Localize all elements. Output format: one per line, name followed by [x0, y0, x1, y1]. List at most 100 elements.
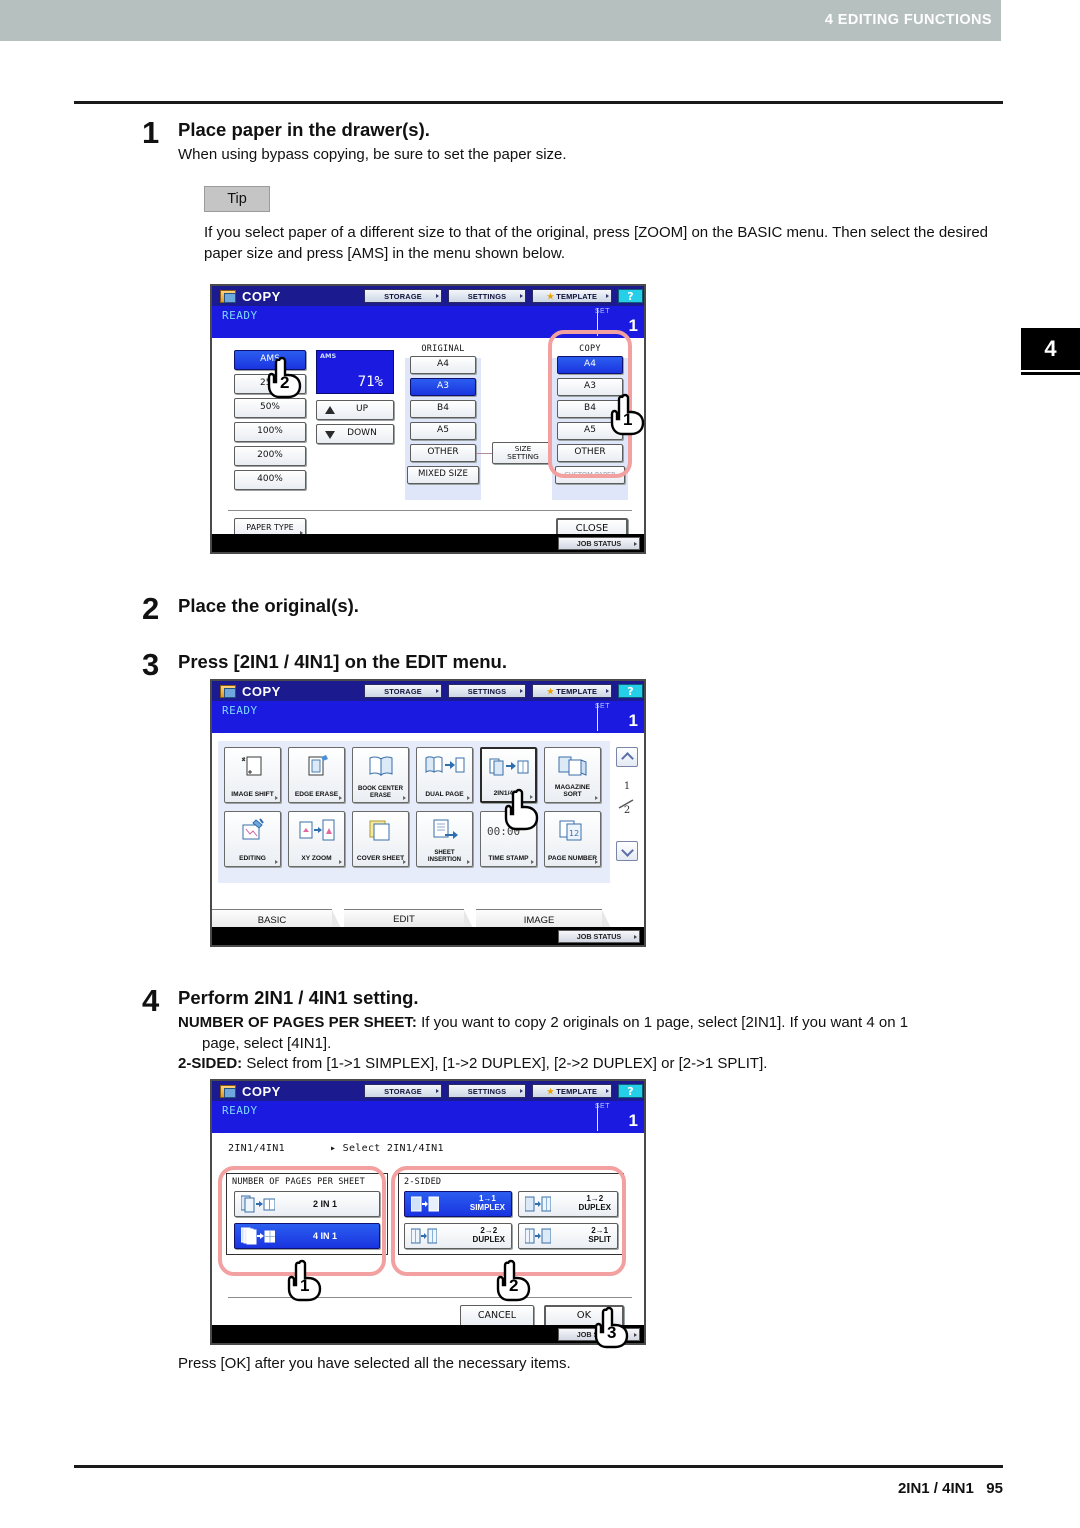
edit-tile-sheet-insertion[interactable]: SHEET INSERTION	[416, 811, 473, 867]
tip-body: If you select paper of a different size …	[204, 224, 989, 262]
zoom-up-button[interactable]: UP	[316, 400, 394, 420]
original-size-b4[interactable]: B4	[410, 400, 476, 418]
copy-app-icon	[220, 1085, 236, 1098]
running-head-text: 4 EDITING FUNCTIONS	[824, 12, 992, 28]
step-4-line-2: 2-SIDED: Select from [1->1 SIMPLEX], [1-…	[178, 1054, 988, 1075]
scroll-up-button[interactable]	[616, 747, 638, 767]
storage-button[interactable]: STORAGE	[364, 289, 442, 303]
breadcrumb-arrow-icon: ▸	[330, 1143, 337, 1154]
edit-tile-page-number[interactable]: 12 PAGE NUMBER	[544, 811, 601, 867]
settings-label: SETTINGS	[467, 686, 507, 696]
edit-tile-xy-zoom[interactable]: XY ZOOM	[288, 811, 345, 867]
edit-tile-editing[interactable]: EDITING	[224, 811, 281, 867]
help-button[interactable]: ?	[618, 684, 643, 698]
ratio-400-button[interactable]: 400%	[234, 470, 306, 490]
settings-button[interactable]: SETTINGS	[448, 1084, 526, 1098]
option-4in1-label: 4 IN 1	[312, 1230, 337, 1241]
edit-tile-label: EDGE ERASE	[294, 791, 339, 799]
template-button[interactable]: ★ TEMPLATE	[532, 684, 612, 698]
step-4-after-text: Press [OK] after you have selected all t…	[178, 1355, 571, 1372]
edit-tile-cover-sheet[interactable]: COVER SHEET	[352, 811, 409, 867]
chevron-right-icon	[436, 1089, 439, 1093]
edit-tile-magazine-sort[interactable]: MAGAZINE SORT	[544, 747, 601, 803]
editing-icon	[225, 817, 280, 843]
copy-size-custom-paper[interactable]: CUSTOM PAPER	[555, 466, 625, 484]
callout-number-2: 2	[280, 373, 290, 392]
opt-line2: SPLIT	[588, 1235, 611, 1244]
original-size-a4[interactable]: A4	[410, 356, 476, 374]
chevron-right-icon	[403, 796, 406, 800]
edit-tile-label: TIME STAMP	[488, 855, 529, 863]
step-1-title: Place paper in the drawer(s).	[178, 119, 430, 140]
storage-button[interactable]: STORAGE	[364, 1084, 442, 1098]
chevron-right-icon	[634, 1332, 637, 1337]
option-1to1-simplex[interactable]: 1→1 SIMPLEX	[404, 1191, 512, 1217]
option-2in1[interactable]: 2 IN 1	[234, 1191, 380, 1217]
copy-edit-screen: COPY STORAGE SETTINGS ★ TEMPLATE ? READY …	[210, 679, 646, 947]
option-4in1[interactable]: 4 IN 1	[234, 1223, 380, 1249]
step-1-number: 1	[142, 115, 160, 150]
original-size-a5[interactable]: A5	[410, 422, 476, 440]
status-ready-text: READY	[222, 704, 258, 717]
hand-pointer-icon	[504, 788, 539, 831]
ratio-50-button[interactable]: 50%	[234, 398, 306, 418]
copy-size-a4[interactable]: A4	[557, 356, 623, 374]
chevron-right-icon	[634, 541, 637, 546]
option-2to1-split[interactable]: 2→1 SPLIT	[518, 1223, 618, 1249]
breadcrumb-path: Select 2IN1/4IN1	[342, 1143, 444, 1154]
step-4-number: 4	[142, 983, 160, 1018]
zoom-up-label: UP	[355, 404, 368, 415]
option-2to2-duplex[interactable]: 2→2 DUPLEX	[404, 1223, 512, 1249]
option-2to2-duplex-label: 2→2 DUPLEX	[473, 1226, 505, 1245]
status-ready-text: READY	[222, 309, 258, 322]
cancel-button[interactable]: CANCEL	[460, 1305, 534, 1327]
chevron-right-icon	[606, 1089, 609, 1093]
original-size-mixed[interactable]: MIXED SIZE	[407, 466, 479, 484]
opt-line1: 1→2	[586, 1194, 604, 1204]
dual-page-icon	[417, 753, 472, 779]
2in1-layout-icon	[240, 1194, 276, 1214]
scroll-down-button[interactable]	[616, 841, 638, 861]
ratio-100-button[interactable]: 100%	[234, 422, 306, 442]
template-label: TEMPLATE	[556, 291, 598, 301]
manual-page: 4 EDITING FUNCTIONS 4 2IN1 / 4IN1 95 1 P…	[0, 0, 1080, 1528]
size-setting-button[interactable]: SIZE SETTING	[492, 442, 554, 464]
step-4-line-1-bold: NUMBER OF PAGES PER SHEET:	[178, 1014, 417, 1031]
chevron-right-icon	[467, 860, 470, 864]
breadcrumb: ▸ Select 2IN1/4IN1	[330, 1143, 444, 1154]
page-indicator-current: 1	[623, 781, 631, 792]
svg-text:12: 12	[569, 829, 579, 838]
edit-tile-image-shift[interactable]: IMAGE SHIFT	[224, 747, 281, 803]
2in1-screen-body: 2IN1/4IN1 ▸ Select 2IN1/4IN1 NUMBER OF P…	[212, 1133, 644, 1327]
option-1to2-duplex[interactable]: 1→2 DUPLEX	[518, 1191, 618, 1217]
image-shift-icon	[225, 753, 280, 779]
template-button[interactable]: ★ TEMPLATE	[532, 289, 612, 303]
duplex-2-2-icon	[410, 1226, 438, 1246]
screen-status-bar: READY SET 1	[212, 1101, 644, 1133]
step-2-number: 2	[142, 591, 160, 626]
callout-number-3: 3	[607, 1323, 617, 1342]
set-label: SET	[594, 703, 610, 710]
ratio-200-button[interactable]: 200%	[234, 446, 306, 466]
template-button[interactable]: ★ TEMPLATE	[532, 1084, 612, 1098]
edit-tile-edge-erase[interactable]: EDGE ERASE	[288, 747, 345, 803]
settings-button[interactable]: SETTINGS	[448, 289, 526, 303]
edit-tile-dual-page[interactable]: DUAL PAGE	[416, 747, 473, 803]
edit-tile-book-center-erase[interactable]: BOOK CENTER ERASE	[352, 747, 409, 803]
screen-bottom-bar: JOB STATUS	[212, 1325, 644, 1343]
copy-size-other[interactable]: OTHER	[557, 444, 623, 462]
opt-line2: SIMPLEX	[469, 1203, 505, 1212]
help-button[interactable]: ?	[618, 289, 643, 303]
original-column-label: ORIGINAL	[421, 344, 465, 354]
storage-button[interactable]: STORAGE	[364, 684, 442, 698]
job-status-button[interactable]: JOB STATUS	[558, 929, 640, 943]
help-button[interactable]: ?	[618, 1084, 643, 1098]
chevron-up-icon	[621, 752, 634, 765]
settings-button[interactable]: SETTINGS	[448, 684, 526, 698]
job-status-button[interactable]: JOB STATUS	[558, 536, 640, 550]
screen-bottom-bar: JOB STATUS	[212, 927, 644, 945]
original-size-other[interactable]: OTHER	[410, 444, 476, 462]
option-1to2-duplex-label: 1→2 DUPLEX	[579, 1194, 611, 1213]
zoom-down-button[interactable]: DOWN	[316, 424, 394, 444]
original-size-a3[interactable]: A3	[410, 378, 476, 396]
